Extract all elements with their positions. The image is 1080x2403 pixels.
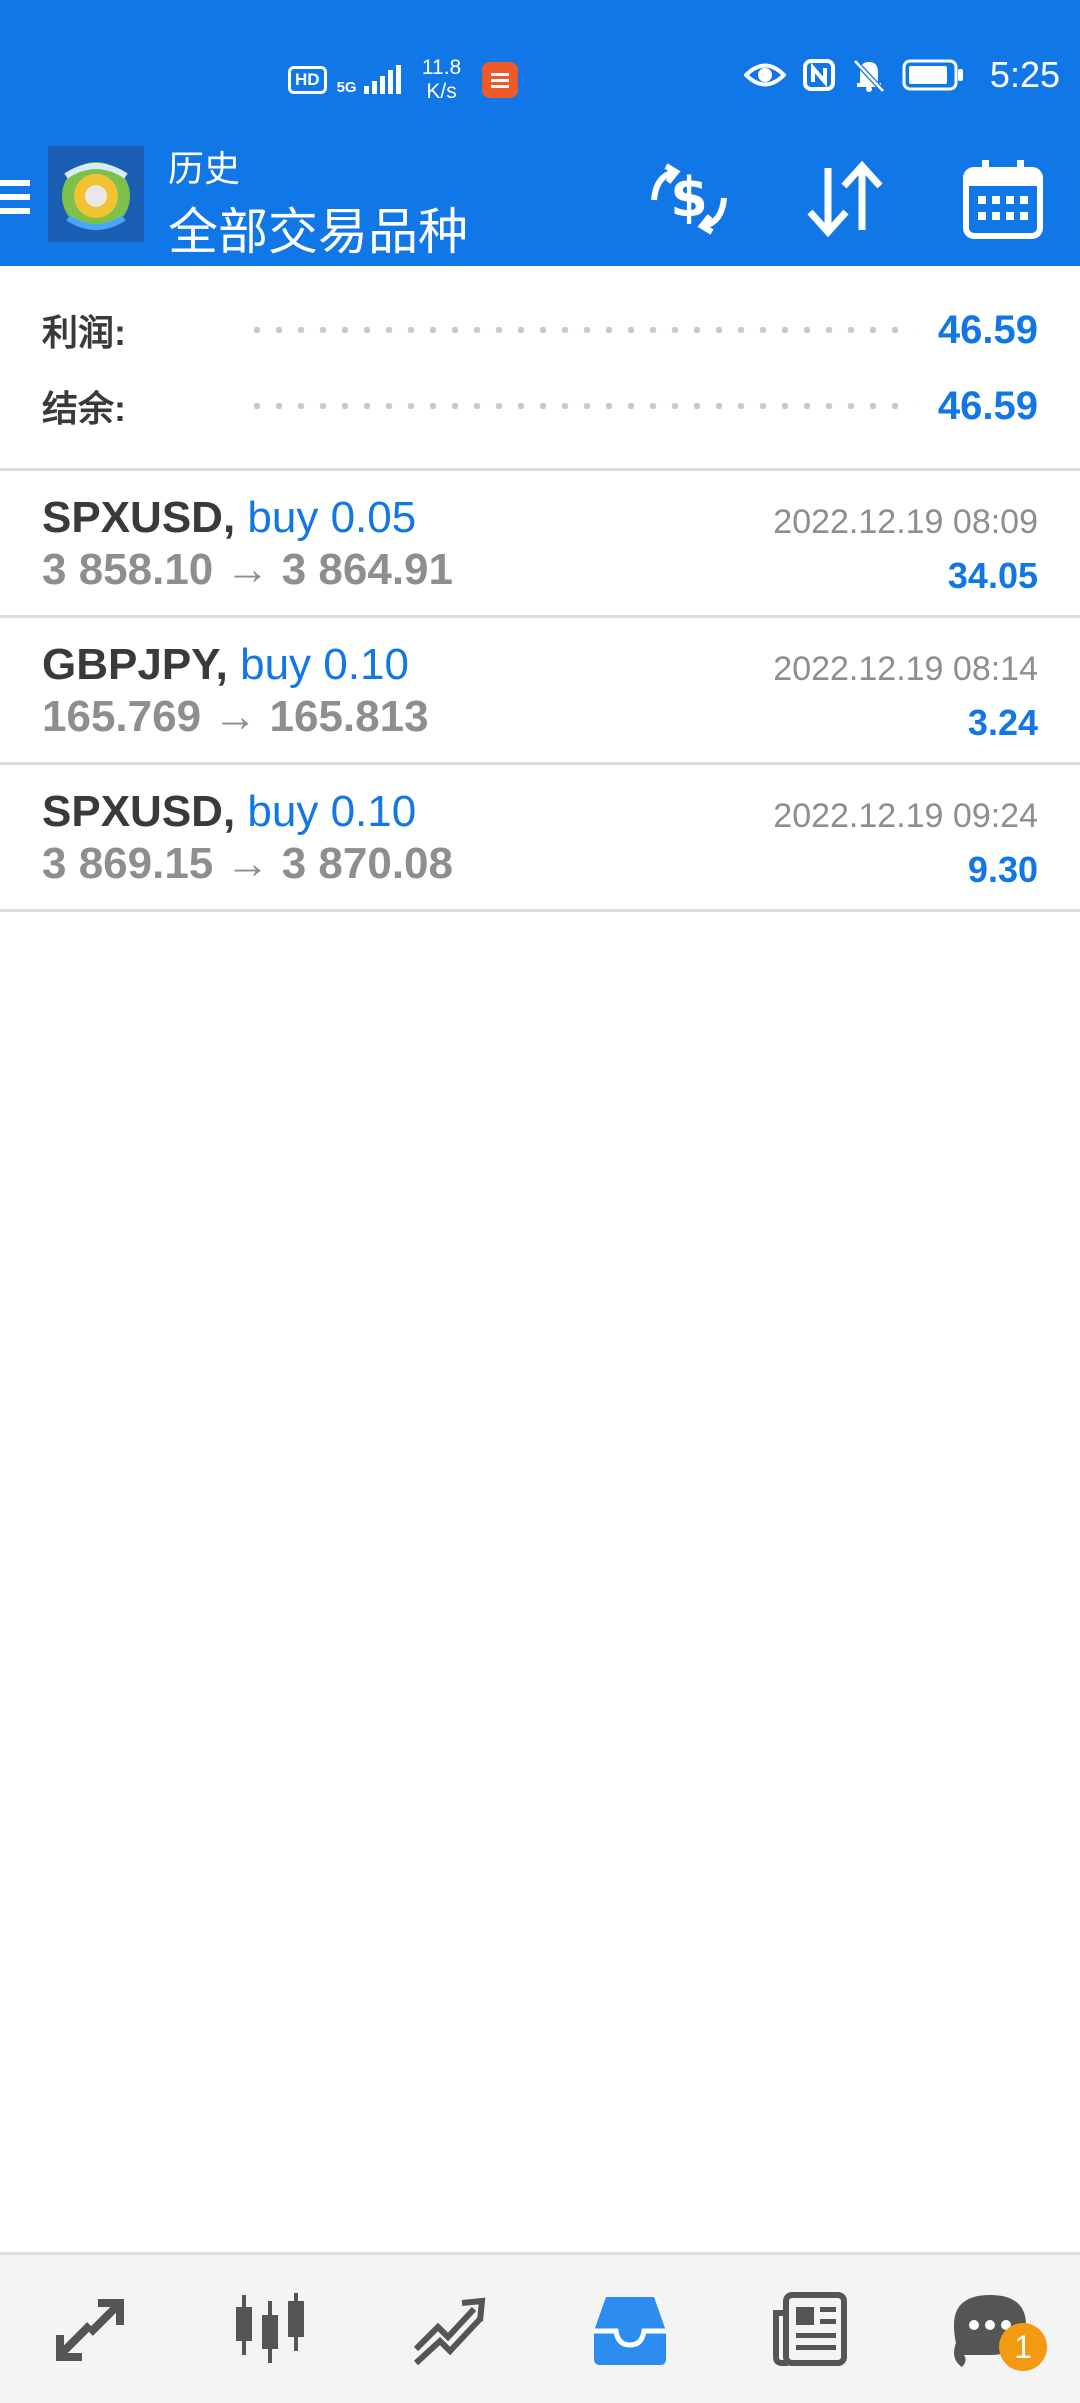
status-right: 5:25: [743, 54, 1060, 96]
balance-row: 结余: 46.59: [42, 376, 1038, 436]
battery-icon: [902, 59, 963, 91]
trade-row[interactable]: GBPJPY, buy 0.10 165.769 → 165.813 2022.…: [0, 618, 1080, 765]
trade-title: SPXUSD, buy 0.10: [42, 787, 416, 837]
trade-row[interactable]: SPXUSD, buy 0.10 3 869.15 → 3 870.08 202…: [0, 765, 1080, 912]
nfc-icon: [802, 59, 835, 91]
header: HD 5G 11.8 K/s 5:25 历史 全部交易品种 $: [0, 0, 1080, 266]
network-speed: 11.8 K/s: [412, 56, 472, 104]
trade-profit: 34.05: [947, 555, 1038, 596]
trade-history-list: SPXUSD, buy 0.05 3 858.10 → 3 864.91 202…: [0, 471, 1080, 912]
profit-label: 利润:: [42, 312, 126, 353]
trade-symbol: SPXUSD,: [42, 787, 236, 836]
page-title[interactable]: 全部交易品种: [168, 192, 468, 264]
menu-icon[interactable]: [0, 172, 34, 232]
mute-bell-icon: [853, 59, 885, 93]
status-bar: HD 5G 11.8 K/s 5:25: [0, 0, 1080, 140]
deposit-withdraw-icon[interactable]: $: [644, 154, 734, 244]
summary-panel: 利润: 46.59 结余: 46.59: [0, 266, 1080, 471]
app-logo: [48, 146, 144, 242]
trade-icon: [413, 2297, 486, 2366]
trade-direction: buy 0.10: [240, 640, 409, 689]
status-left: HD 5G 11.8 K/s: [288, 56, 518, 104]
dotted-leader: [246, 327, 914, 333]
trade-symbol: GBPJPY,: [42, 640, 228, 689]
profit-row: 利润: 46.59: [42, 300, 1038, 360]
network-type: 5G: [336, 79, 357, 96]
nav-trade[interactable]: [360, 2255, 540, 2403]
chart-icon: [236, 2293, 304, 2363]
trade-time: 2022.12.19 08:14: [773, 650, 1038, 688]
quotes-icon: [56, 2299, 124, 2361]
chat-badge: 1: [999, 2323, 1047, 2371]
trade-prices: 3 858.10 → 3 864.91: [42, 545, 453, 594]
signal-icon: 5G: [337, 64, 402, 96]
sort-icon[interactable]: [800, 154, 890, 244]
bottom-nav: 1: [0, 2252, 1080, 2403]
trade-title: GBPJPY, buy 0.10: [42, 640, 409, 690]
speed-value: 11.8: [421, 56, 462, 79]
balance-label: 结余:: [42, 388, 126, 429]
profit-value: 46.59: [937, 307, 1038, 352]
trade-symbol: SPXUSD,: [42, 493, 236, 542]
page-subtitle: 历史: [168, 148, 241, 189]
news-icon: [773, 2292, 847, 2366]
calendar-icon[interactable]: [958, 154, 1048, 244]
hd-indicator: HD: [288, 66, 327, 94]
trade-time: 2022.12.19 08:09: [773, 503, 1038, 541]
balance-value: 46.59: [937, 383, 1038, 428]
trade-direction: buy 0.05: [247, 493, 417, 542]
trade-row[interactable]: SPXUSD, buy 0.05 3 858.10 → 3 864.91 202…: [0, 471, 1080, 618]
history-icon: [594, 2297, 666, 2365]
nav-quotes[interactable]: [0, 2255, 180, 2403]
trade-direction: buy 0.10: [247, 787, 417, 836]
clock: 5:25: [989, 54, 1060, 95]
dotted-leader: [246, 403, 914, 409]
trade-time: 2022.12.19 09:24: [773, 797, 1038, 835]
app-notification-icon: [481, 62, 518, 98]
app-toolbar: 历史 全部交易品种 $: [0, 140, 1080, 266]
trade-title: SPXUSD, buy 0.05: [42, 493, 416, 543]
trade-prices: 165.769 → 165.813: [42, 692, 429, 741]
nav-chat[interactable]: 1: [900, 2255, 1080, 2403]
speed-unit: K/s: [426, 80, 457, 103]
trade-profit: 3.24: [967, 702, 1038, 743]
trade-prices: 3 869.15 → 3 870.08: [42, 839, 453, 888]
trade-profit: 9.30: [967, 849, 1038, 890]
nav-news[interactable]: [720, 2255, 900, 2403]
nav-chart[interactable]: [180, 2255, 360, 2403]
eye-icon: [743, 63, 786, 87]
nav-history[interactable]: [540, 2255, 720, 2403]
